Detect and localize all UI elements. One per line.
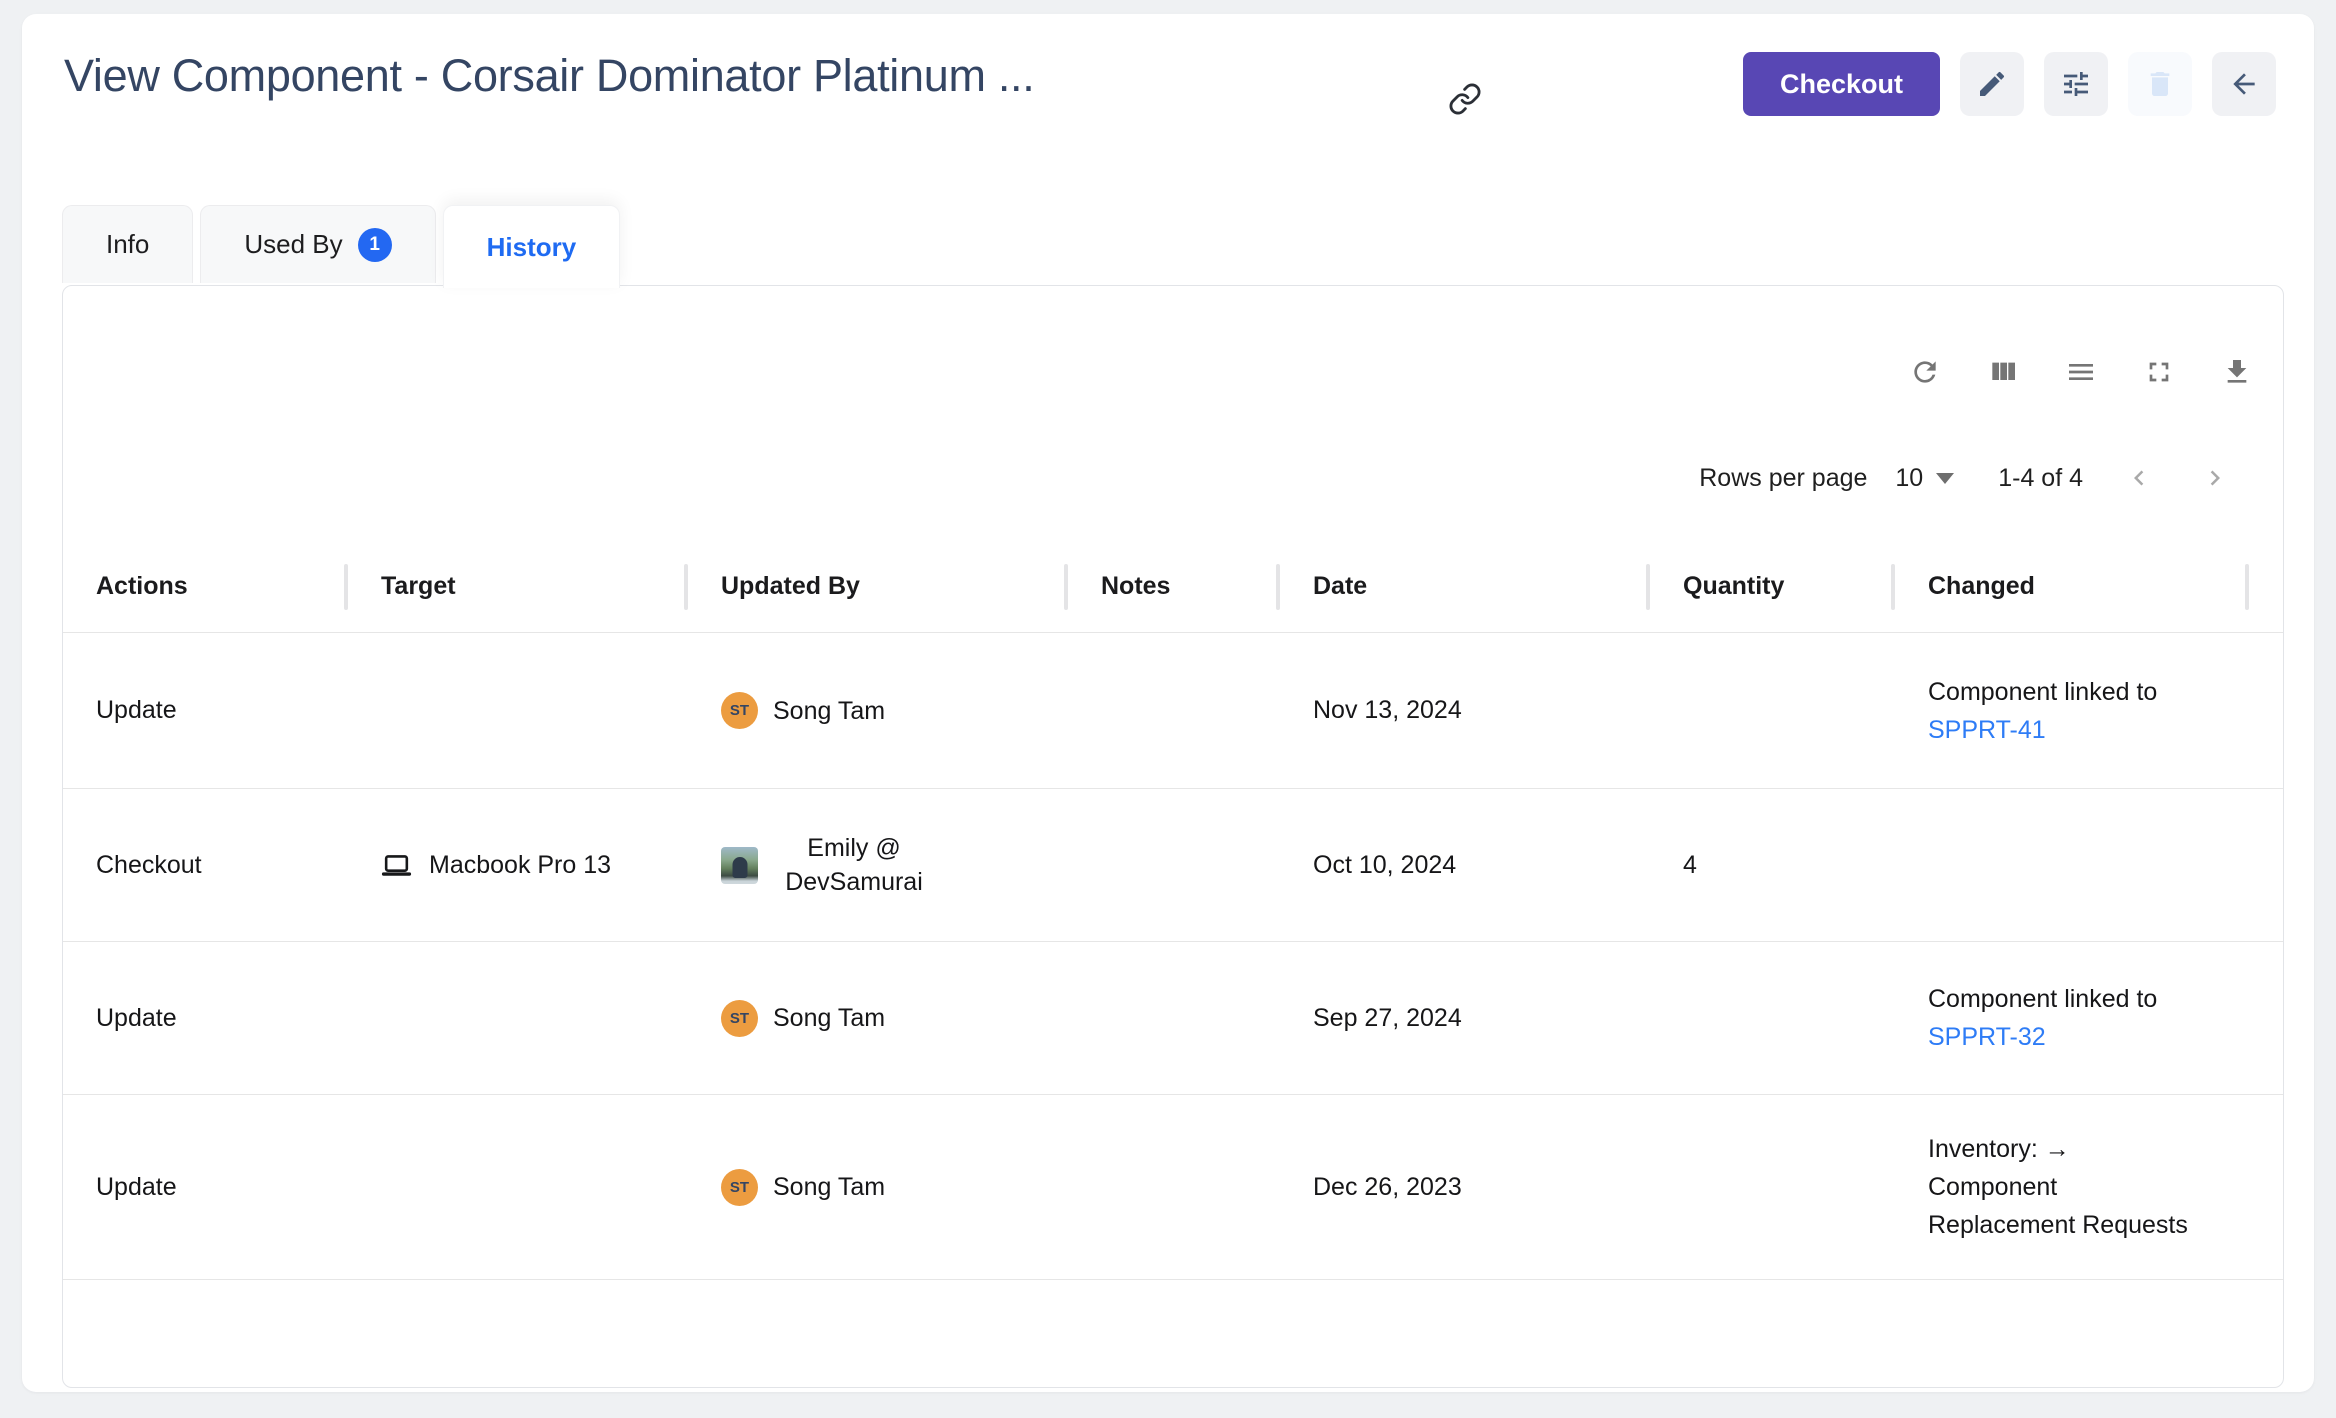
quantity-cell bbox=[1650, 1095, 1895, 1279]
chevron-left-icon bbox=[2124, 463, 2154, 493]
pagination-range: 1-4 of 4 bbox=[1998, 464, 2083, 493]
delete-button[interactable] bbox=[2128, 52, 2192, 116]
date-cell: Dec 26, 2023 bbox=[1280, 1095, 1650, 1279]
table-row: Update ST Song Tam Nov 13, 2024 Componen… bbox=[63, 633, 2283, 789]
updated-by-cell: ST Song Tam bbox=[688, 942, 1068, 1094]
column-header-notes[interactable]: Notes bbox=[1068, 541, 1280, 632]
chevron-down-icon bbox=[1936, 473, 1954, 484]
target-cell bbox=[348, 1095, 688, 1279]
avatar: ST bbox=[721, 1169, 758, 1206]
density-icon[interactable] bbox=[2065, 356, 2097, 388]
action-cell: Checkout bbox=[63, 789, 348, 941]
notes-cell bbox=[1068, 789, 1280, 941]
date-cell: Sep 27, 2024 bbox=[1280, 942, 1650, 1094]
refresh-icon[interactable] bbox=[1909, 356, 1941, 388]
tab-used-by-label: Used By bbox=[244, 229, 342, 260]
chevron-right-icon bbox=[2200, 463, 2230, 493]
column-header-changed[interactable]: Changed bbox=[1895, 541, 2249, 632]
updated-by-name: Song Tam bbox=[773, 694, 885, 728]
rows-per-page-select[interactable]: 10 bbox=[1895, 464, 1954, 493]
edit-button[interactable] bbox=[1960, 52, 2024, 116]
changed-link[interactable]: SPPRT-32 bbox=[1928, 1023, 2046, 1051]
changed-cell bbox=[1895, 789, 2249, 941]
table-body: Update ST Song Tam Nov 13, 2024 Componen… bbox=[63, 633, 2283, 1280]
edit-pencil-icon bbox=[1976, 68, 2008, 100]
action-cell: Update bbox=[63, 942, 348, 1094]
changed-link[interactable]: SPPRT-41 bbox=[1928, 716, 2046, 744]
quantity-cell bbox=[1650, 633, 1895, 788]
avatar-photo bbox=[721, 847, 758, 884]
rows-per-page-value: 10 bbox=[1895, 464, 1923, 493]
action-cell: Update bbox=[63, 1095, 348, 1279]
laptop-icon bbox=[381, 850, 412, 881]
table-row: Checkout Macbook Pro 13 Emily @ DevSamur… bbox=[63, 789, 2283, 942]
page-title: View Component - Corsair Dominator Plati… bbox=[64, 50, 1034, 102]
changed-cell: Component linked to SPPRT-32 bbox=[1895, 942, 2249, 1094]
updated-by-name: Song Tam bbox=[773, 1001, 885, 1035]
column-header-target[interactable]: Target bbox=[348, 541, 688, 632]
column-header-updated-by[interactable]: Updated By bbox=[688, 541, 1068, 632]
header-actions: Checkout bbox=[1743, 52, 2276, 116]
updated-by-cell: ST Song Tam bbox=[688, 1095, 1068, 1279]
next-page-button[interactable] bbox=[2193, 456, 2237, 500]
filters-sliders-icon bbox=[2060, 68, 2092, 100]
changed-text: Inventory: → Component Replacement Reque… bbox=[1928, 1135, 2188, 1239]
tab-bar: Info Used By 1 History bbox=[62, 205, 620, 288]
rows-per-page-label: Rows per page bbox=[1699, 464, 1867, 493]
updated-by-cell: ST Song Tam bbox=[688, 633, 1068, 788]
changed-text: Component linked to bbox=[1928, 678, 2157, 706]
column-header-quantity[interactable]: Quantity bbox=[1650, 541, 1895, 632]
target-cell bbox=[348, 633, 688, 788]
updated-by-name: Song Tam bbox=[773, 1170, 885, 1204]
table-row: Update ST Song Tam Sep 27, 2024 Componen… bbox=[63, 942, 2283, 1095]
updated-by-name: Emily @ DevSamurai bbox=[773, 831, 935, 899]
pagination: Rows per page 10 1-4 of 4 bbox=[1699, 454, 2237, 502]
back-button[interactable] bbox=[2212, 52, 2276, 116]
table-toolbar bbox=[1909, 356, 2253, 388]
table-row: Update ST Song Tam Dec 26, 2023 Inventor… bbox=[63, 1095, 2283, 1280]
tab-history[interactable]: History bbox=[443, 205, 621, 288]
history-table-panel: Rows per page 10 1-4 of 4 Actions Target… bbox=[62, 285, 2284, 1388]
changed-text: Component linked to bbox=[1928, 985, 2157, 1013]
back-arrow-icon bbox=[2228, 68, 2260, 100]
notes-cell bbox=[1068, 633, 1280, 788]
table-header-row: Actions Target Updated By Notes Date Qua… bbox=[63, 541, 2283, 633]
checkout-button[interactable]: Checkout bbox=[1743, 52, 1940, 116]
changed-cell: Component linked to SPPRT-41 bbox=[1895, 633, 2249, 788]
target-name: Macbook Pro 13 bbox=[429, 851, 611, 880]
tab-used-by[interactable]: Used By 1 bbox=[200, 205, 435, 283]
avatar: ST bbox=[721, 1000, 758, 1037]
copy-link-icon[interactable] bbox=[1448, 82, 1484, 118]
target-cell: Macbook Pro 13 bbox=[348, 789, 688, 941]
updated-by-cell: Emily @ DevSamurai bbox=[688, 789, 1068, 941]
action-cell: Update bbox=[63, 633, 348, 788]
fullscreen-icon[interactable] bbox=[2143, 356, 2175, 388]
prev-page-button[interactable] bbox=[2117, 456, 2161, 500]
quantity-cell: 4 bbox=[1650, 789, 1895, 941]
column-header-date[interactable]: Date bbox=[1280, 541, 1650, 632]
notes-cell bbox=[1068, 942, 1280, 1094]
target-cell bbox=[348, 942, 688, 1094]
quantity-cell bbox=[1650, 942, 1895, 1094]
notes-cell bbox=[1068, 1095, 1280, 1279]
trash-icon bbox=[2144, 68, 2176, 100]
changed-cell: Inventory: → Component Replacement Reque… bbox=[1895, 1095, 2249, 1279]
column-header-actions[interactable]: Actions bbox=[63, 541, 348, 632]
tab-info[interactable]: Info bbox=[62, 205, 193, 283]
tab-history-label: History bbox=[487, 232, 577, 263]
filters-button[interactable] bbox=[2044, 52, 2108, 116]
used-by-count-badge: 1 bbox=[358, 228, 392, 262]
tab-info-label: Info bbox=[106, 229, 149, 260]
download-icon[interactable] bbox=[2221, 356, 2253, 388]
avatar: ST bbox=[721, 692, 758, 729]
date-cell: Oct 10, 2024 bbox=[1280, 789, 1650, 941]
columns-icon[interactable] bbox=[1987, 356, 2019, 388]
date-cell: Nov 13, 2024 bbox=[1280, 633, 1650, 788]
